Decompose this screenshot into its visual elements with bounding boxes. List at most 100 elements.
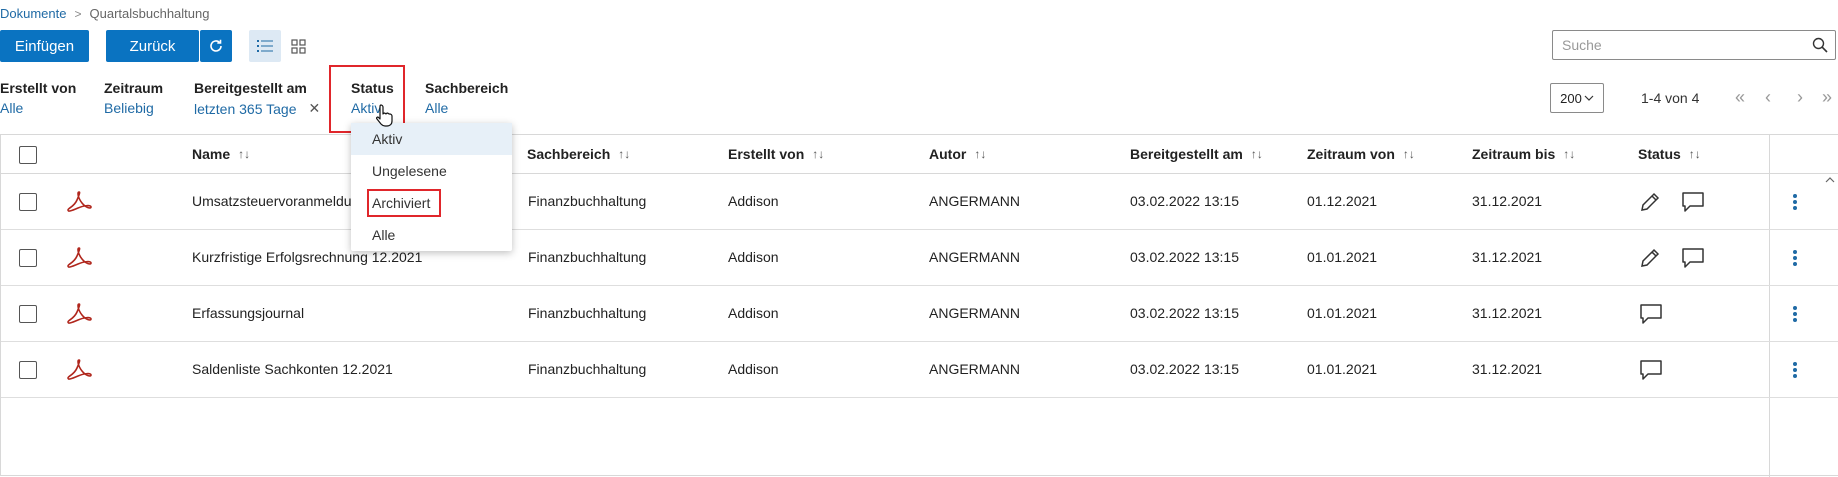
grid-view-button[interactable] — [282, 30, 314, 62]
column-header-sachbereich[interactable]: Sachbereich ↑↓ — [527, 146, 630, 162]
breadcrumb-root[interactable]: Dokumente — [0, 6, 66, 21]
column-header-name[interactable]: Name ↑↓ — [192, 146, 250, 162]
status-dropdown: Aktiv Ungelesene Archiviert Alle — [351, 123, 512, 251]
grid-view-icon — [290, 38, 306, 54]
column-header-zeitraum-von[interactable]: Zeitraum von ↑↓ — [1307, 146, 1415, 162]
search-icon[interactable] — [1812, 37, 1828, 53]
filter-erstellt-von[interactable]: Erstellt von Alle — [0, 80, 76, 116]
breadcrumb: Dokumente > Quartalsbuchhaltung — [0, 6, 209, 21]
page-size-select[interactable]: 200 — [1550, 83, 1604, 113]
filter-label: Bereitgestellt am — [194, 80, 307, 96]
cell-zeitraum-von: 01.01.2021 — [1307, 305, 1378, 321]
filter-sachbereich[interactable]: Sachbereich Alle — [425, 80, 508, 116]
cell-erstellt-von: Addison — [728, 249, 779, 265]
filter-value[interactable]: Beliebig — [104, 100, 163, 116]
table-row[interactable]: Umsatzsteuervoranmeldu Finanzbuchhaltung… — [1, 174, 1838, 230]
cell-autor: ANGERMANN — [929, 249, 1021, 265]
breadcrumb-separator: > — [74, 6, 82, 21]
row-menu-icon[interactable] — [1793, 362, 1797, 380]
comment-icon[interactable] — [1639, 359, 1663, 381]
table-row[interactable]: Saldenliste Sachkonten 12.2021 Finanzbuc… — [1, 342, 1838, 398]
cell-name[interactable]: Saldenliste Sachkonten 12.2021 — [192, 361, 393, 377]
comment-icon[interactable] — [1639, 303, 1663, 325]
refresh-icon — [210, 39, 222, 52]
search-placeholder: Suche — [1562, 37, 1602, 53]
edit-icon[interactable] — [1639, 247, 1661, 269]
hand-cursor-icon — [376, 104, 393, 127]
row-checkbox[interactable] — [19, 193, 37, 211]
cell-sachbereich: Finanzbuchhaltung — [528, 193, 647, 209]
sort-icon: ↑↓ — [1402, 147, 1415, 161]
cell-zeitraum-bis: 31.12.2021 — [1472, 249, 1543, 265]
cell-bereitgestellt: 03.02.2022 13:15 — [1130, 193, 1239, 209]
cell-zeitraum-bis: 31.12.2021 — [1472, 305, 1543, 321]
cell-sachbereich: Finanzbuchhaltung — [528, 305, 647, 321]
sort-icon: ↑↓ — [1688, 147, 1701, 161]
cell-autor: ANGERMANN — [929, 193, 1021, 209]
insert-button[interactable]: Einfügen — [0, 30, 89, 62]
cell-bereitgestellt: 03.02.2022 13:15 — [1130, 305, 1239, 321]
row-menu-icon[interactable] — [1793, 250, 1797, 268]
pdf-icon — [67, 247, 92, 268]
scroll-up-icon[interactable] — [1825, 177, 1835, 183]
cell-zeitraum-von: 01.01.2021 — [1307, 361, 1378, 377]
filter-value[interactable]: Alle — [0, 100, 76, 116]
cell-zeitraum-bis: 31.12.2021 — [1472, 361, 1543, 377]
cell-zeitraum-von: 01.01.2021 — [1307, 249, 1378, 265]
cell-bereitgestellt: 03.02.2022 13:15 — [1130, 361, 1239, 377]
cell-erstellt-von: Addison — [728, 361, 779, 377]
sort-icon: ↑↓ — [238, 147, 251, 161]
back-button[interactable]: Zurück — [106, 30, 199, 62]
filter-bereitgestellt-am[interactable]: Bereitgestellt am letzten 365 Tage ✕ — [194, 80, 320, 117]
pdf-icon — [67, 303, 92, 324]
cell-name[interactable]: Umsatzsteuervoranmeldu — [192, 193, 352, 209]
first-page-icon[interactable]: « — [1735, 87, 1745, 108]
column-header-autor[interactable]: Autor ↑↓ — [929, 146, 986, 162]
sort-icon: ↑↓ — [1250, 147, 1263, 161]
sort-icon: ↑↓ — [1563, 147, 1576, 161]
search-input[interactable]: Suche — [1552, 30, 1836, 60]
cell-sachbereich: Finanzbuchhaltung — [528, 361, 647, 377]
dropdown-option-aktiv[interactable]: Aktiv — [351, 123, 512, 155]
row-menu-icon[interactable] — [1793, 306, 1797, 324]
clear-filter-icon[interactable]: ✕ — [309, 100, 321, 117]
column-header-erstellt-von[interactable]: Erstellt von ↑↓ — [728, 146, 824, 162]
cell-zeitraum-bis: 31.12.2021 — [1472, 193, 1543, 209]
previous-page-icon[interactable]: ‹ — [1765, 87, 1771, 108]
cell-zeitraum-von: 01.12.2021 — [1307, 193, 1378, 209]
column-header-bereitgestellt-am[interactable]: Bereitgestellt am ↑↓ — [1130, 146, 1263, 162]
last-page-icon[interactable]: » — [1822, 87, 1832, 108]
filter-label: Zeitraum — [104, 80, 164, 96]
dropdown-option-alle[interactable]: Alle — [351, 219, 512, 251]
row-menu-icon[interactable] — [1793, 194, 1797, 212]
filter-zeitraum[interactable]: Zeitraum Beliebig — [104, 80, 163, 116]
filter-value[interactable]: letzten 365 Tage — [194, 101, 297, 117]
table-row[interactable]: Erfassungsjournal Finanzbuchhaltung Addi… — [1, 286, 1838, 342]
pdf-icon — [67, 191, 92, 212]
next-page-icon[interactable]: › — [1797, 87, 1803, 108]
filter-value[interactable]: Alle — [425, 100, 508, 116]
cell-autor: ANGERMANN — [929, 305, 1021, 321]
cell-erstellt-von: Addison — [728, 305, 779, 321]
cell-name[interactable]: Kurzfristige Erfolgsrechnung 12.2021 — [192, 249, 422, 265]
row-checkbox[interactable] — [19, 361, 37, 379]
table-header: Name ↑↓ Sachbereich ↑↓ Erstellt von ↑↓ Auto… — [1, 135, 1838, 174]
comment-icon[interactable] — [1681, 191, 1705, 213]
comment-icon[interactable] — [1681, 247, 1705, 269]
list-view-button[interactable] — [249, 30, 281, 62]
edit-icon[interactable] — [1639, 191, 1661, 213]
column-header-zeitraum-bis[interactable]: Zeitraum bis ↑↓ — [1472, 146, 1575, 162]
dropdown-option-ungelesene[interactable]: Ungelesene — [351, 155, 512, 187]
row-checkbox[interactable] — [19, 249, 37, 267]
cell-sachbereich: Finanzbuchhaltung — [528, 249, 647, 265]
cell-bereitgestellt: 03.02.2022 13:15 — [1130, 249, 1239, 265]
row-checkbox[interactable] — [19, 305, 37, 323]
filter-label: Sachbereich — [425, 80, 509, 96]
sort-icon: ↑↓ — [812, 147, 825, 161]
refresh-button[interactable] — [200, 30, 232, 62]
select-all-checkbox[interactable] — [19, 146, 37, 164]
cell-name[interactable]: Erfassungsjournal — [192, 305, 304, 321]
breadcrumb-current: Quartalsbuchhaltung — [89, 6, 210, 21]
column-header-status[interactable]: Status ↑↓ — [1638, 146, 1701, 162]
table-row[interactable]: Kurzfristige Erfolgsrechnung 12.2021 Fin… — [1, 230, 1838, 286]
